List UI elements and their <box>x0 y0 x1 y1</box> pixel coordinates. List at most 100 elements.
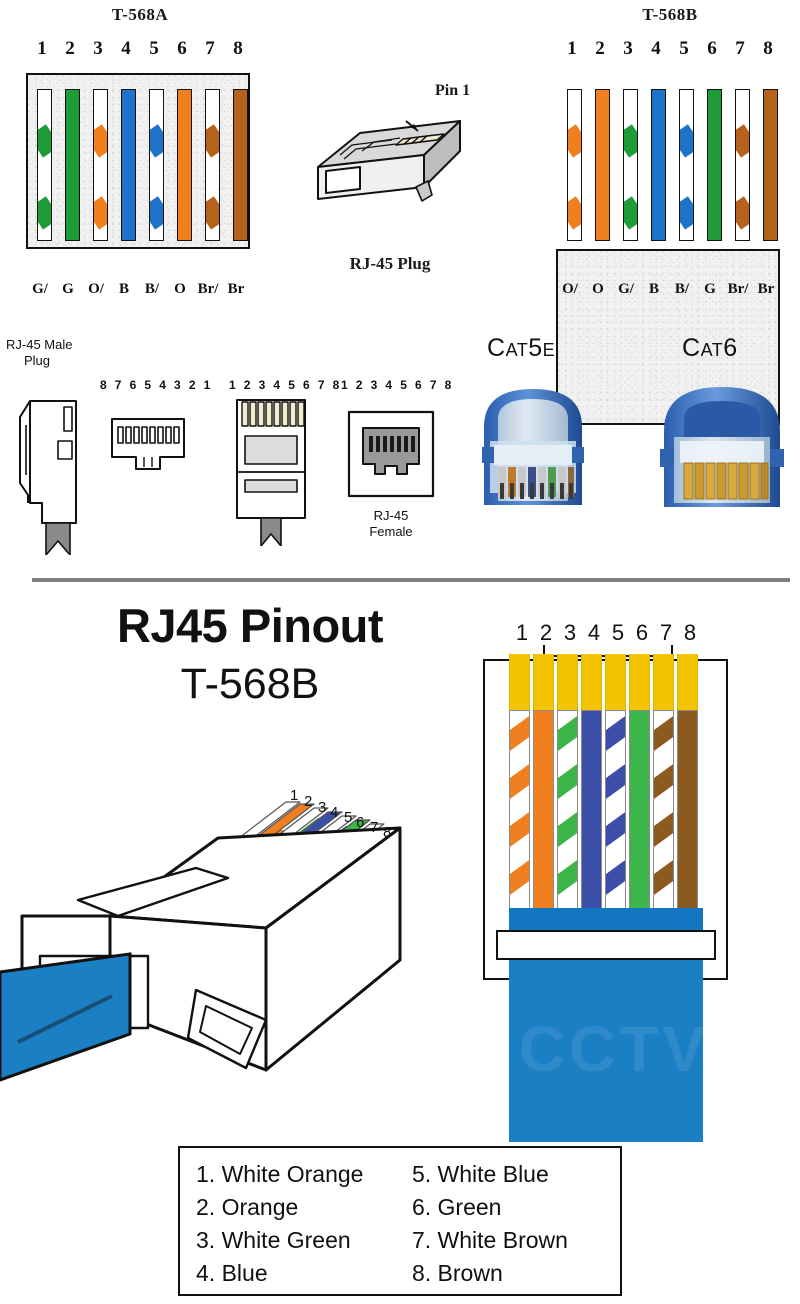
legend-item: 6. Green <box>411 1194 502 1220</box>
contact-2 <box>533 654 554 710</box>
contact-5 <box>605 654 626 710</box>
t568b-wires <box>556 63 780 278</box>
pin-number: 1 <box>37 38 47 59</box>
contact-8 <box>677 654 698 710</box>
pin-number: 3 <box>623 38 633 59</box>
wire-8 <box>763 89 778 241</box>
panel-wire-8 <box>677 710 698 910</box>
wire-label: G <box>62 281 74 297</box>
iso-number-3: 3 <box>318 799 327 816</box>
cat6-connector <box>650 375 795 525</box>
rj45-male-plug-side-view <box>8 395 98 556</box>
wire-4 <box>651 89 666 241</box>
cat6-at: AT <box>700 340 724 360</box>
wire-label: O/ <box>88 281 104 297</box>
t568a-wire-labels: G/ G O/ B B/ O Br/ Br <box>26 281 250 298</box>
t568b-pin-numbers: 1 2 3 4 5 6 7 8 <box>558 38 782 60</box>
contact-1 <box>509 654 530 710</box>
pin-number: 8 <box>233 38 243 59</box>
pin-number: 5 <box>679 38 689 59</box>
wire-6 <box>177 89 192 241</box>
wire-3 <box>623 89 638 241</box>
t568b-title: T-568B <box>642 5 698 24</box>
wire-label: B <box>648 281 659 297</box>
isometric-plug-wire-numbers: 1 2 3 4 5 6 7 8 <box>0 780 440 900</box>
rj45-plug-end-view <box>108 413 188 473</box>
pin-number: 4 <box>121 38 131 59</box>
legend-item: 3. White Green <box>196 1227 351 1253</box>
iso-number-4: 4 <box>330 804 339 821</box>
t568a-wires <box>26 63 250 278</box>
rj45-female-label: RJ-45 Female <box>345 508 437 541</box>
wire-label: G/ <box>618 281 634 297</box>
wire-2 <box>595 89 610 241</box>
iso-number-7: 7 <box>370 819 379 836</box>
wire-7 <box>735 89 750 241</box>
panel-wires <box>509 710 703 910</box>
page-title: RJ45 Pinout <box>116 599 384 652</box>
iso-number-6: 6 <box>356 814 365 831</box>
panel-number-8: 8 <box>683 620 697 645</box>
t568a-pin-numbers: 1 2 3 4 5 6 7 8 <box>28 38 252 60</box>
pin-number: 7 <box>735 38 745 59</box>
pin-number: 7 <box>205 38 215 59</box>
wire-1 <box>37 89 52 241</box>
wire-3 <box>93 89 108 241</box>
wire-label: B/ <box>674 281 690 297</box>
legend-column-left: 1. White Orange 2. Orange 3. White Green… <box>196 1158 412 1290</box>
pin-number: 4 <box>651 38 661 59</box>
cat5e-connector <box>468 375 598 525</box>
panel-wire-6 <box>629 710 650 910</box>
rj45-male-plug-label: RJ-45 Male Plug <box>6 337 106 370</box>
cat6-label: CAT6 <box>682 334 738 363</box>
cat5e-c: C <box>487 334 506 362</box>
cable-collar <box>496 930 716 960</box>
t568a-title: T-568A <box>111 5 169 24</box>
numbering-forward-1: 1 2 3 4 5 6 7 8 <box>229 378 342 392</box>
panel-wire-2 <box>533 710 554 910</box>
panel-number-7: 7 <box>659 620 673 645</box>
wire-label: O <box>174 281 186 297</box>
wire-2 <box>65 89 80 241</box>
wire-4 <box>121 89 136 241</box>
panel-number-2: 2 <box>539 620 553 645</box>
wire-label: O/ <box>562 281 578 297</box>
section-divider <box>32 578 790 582</box>
wire-label: Br/ <box>727 281 749 297</box>
pin-number: 2 <box>65 38 75 59</box>
pin-number: 6 <box>707 38 717 59</box>
cat6-6: 6 <box>723 334 738 362</box>
pin-number: 3 <box>93 38 103 59</box>
rj45-plug-caption: RJ-45 Plug <box>349 254 431 273</box>
wire-5 <box>679 89 694 241</box>
gold-contacts <box>509 654 703 710</box>
legend-item: 5. White Blue <box>411 1161 549 1187</box>
male-plug-label-line1: RJ-45 Male <box>6 337 73 352</box>
wire-label: Br/ <box>197 281 219 297</box>
cable-crimp-bar <box>509 908 703 930</box>
wire-label: Br <box>757 281 775 297</box>
legend-item: 8. Brown <box>411 1260 503 1286</box>
female-label-line1: RJ-45 <box>373 508 409 523</box>
contact-4 <box>581 654 602 710</box>
panel-number-6: 6 <box>635 620 649 645</box>
panel-wire-5 <box>605 710 626 910</box>
wire-6 <box>707 89 722 241</box>
rj45-female-jack <box>345 408 437 500</box>
cat5e-label: CAT5E <box>487 334 555 363</box>
panel-number-4: 4 <box>587 620 601 645</box>
wire-label: G <box>704 281 716 297</box>
cat5e-at: AT <box>505 340 529 360</box>
wire-label: Br <box>227 281 245 297</box>
iso-number-1: 1 <box>290 787 299 804</box>
pin-number: 6 <box>177 38 187 59</box>
panel-number-3: 3 <box>563 620 577 645</box>
numbering-reversed: 8 7 6 5 4 3 2 1 <box>100 378 213 392</box>
panel-wire-1 <box>509 710 530 910</box>
cat5e-e: E <box>542 340 556 360</box>
male-plug-label-line2: Plug <box>24 353 51 369</box>
wire-label: B/ <box>144 281 160 297</box>
pin1-label: Pin 1 <box>435 82 471 99</box>
panel-wire-3 <box>557 710 578 910</box>
legend-column-right: 5. White Blue 6. Green 7. White Brown 8.… <box>412 1158 620 1290</box>
